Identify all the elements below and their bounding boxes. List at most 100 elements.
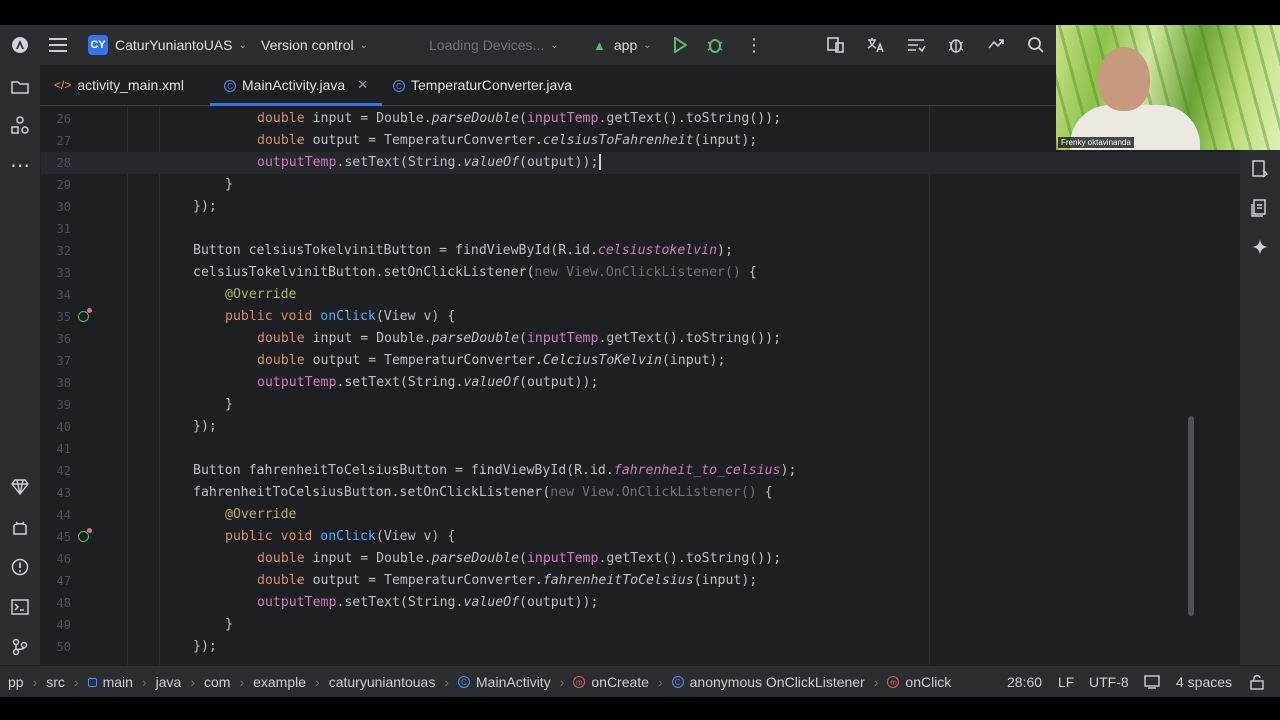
breadcrumb-item[interactable]: src <box>46 674 65 690</box>
terminal-icon[interactable] <box>8 595 32 619</box>
breadcrumb-item[interactable]: main <box>87 674 133 690</box>
line-number[interactable]: 41 <box>41 438 71 460</box>
run-config-selector[interactable]: ▲ app ⌄ <box>593 25 652 65</box>
code-line[interactable]: 43 fahrenheitToCelsiusButton.setOnClickLi… <box>41 482 1240 504</box>
breadcrumb-item[interactable]: example <box>253 674 306 690</box>
code-line[interactable]: 36 double input = Double.parseDouble(inpu… <box>41 328 1240 350</box>
line-number[interactable]: 28 <box>41 152 71 174</box>
code-line[interactable]: 40}); <box>41 416 1240 438</box>
code-line[interactable]: 41 <box>41 438 1240 460</box>
line-number[interactable]: 34 <box>41 284 71 306</box>
folder-icon[interactable] <box>8 75 32 99</box>
structure-icon[interactable] <box>8 113 32 137</box>
problems-icon[interactable] <box>8 555 32 579</box>
main-menu-icon[interactable] <box>49 25 67 65</box>
line-number[interactable]: 31 <box>41 218 71 240</box>
tab-temperatur-converter-java[interactable]: C TemperaturConverter.java <box>393 65 572 105</box>
line-number[interactable]: 29 <box>41 174 71 196</box>
line-number[interactable]: 33 <box>41 262 71 284</box>
version-control-widget[interactable]: Version control ⌄ <box>261 25 368 65</box>
caret-position[interactable]: 28:60 <box>1007 666 1042 697</box>
line-number[interactable]: 49 <box>41 614 71 636</box>
line-number[interactable]: 35 <box>41 306 71 328</box>
line-number[interactable]: 48 <box>41 592 71 614</box>
editor-scrollbar[interactable] <box>1188 416 1194 616</box>
line-number[interactable]: 32 <box>41 240 71 262</box>
code-line[interactable]: 42 Button fahrenheitToCelsiusButton = fin… <box>41 460 1240 482</box>
breadcrumb-item[interactable]: C MainActivity <box>458 674 551 690</box>
close-icon[interactable]: ✕ <box>357 77 368 93</box>
android-logcat-icon[interactable] <box>8 516 32 540</box>
code-line[interactable]: 46 double input = Double.parseDouble(inpu… <box>41 548 1240 570</box>
code-line[interactable]: 39} <box>41 394 1240 416</box>
code-line[interactable]: 35 public void onClick(View v) { <box>41 306 1240 328</box>
readonly-toggle-icon[interactable] <box>1144 666 1160 697</box>
code-text: }); <box>193 196 217 218</box>
tab-activity-main-xml[interactable]: </> activity_main.xml <box>54 65 184 105</box>
override-marker-icon[interactable] <box>78 308 92 322</box>
device-file-explorer-icon[interactable] <box>1248 196 1272 220</box>
line-number[interactable]: 43 <box>41 482 71 504</box>
code-line[interactable]: 47 double output = TemperaturConverter.fa… <box>41 570 1240 592</box>
code-line[interactable]: 50}); <box>41 636 1240 658</box>
code-line[interactable]: 38 outputTemp.setText(String.valueOf(outp… <box>41 372 1240 394</box>
code-line[interactable]: 48 outputTemp.setText(String.valueOf(outp… <box>41 592 1240 614</box>
line-number[interactable]: 27 <box>41 130 71 152</box>
line-separator[interactable]: LF <box>1058 666 1074 697</box>
bug-icon[interactable] <box>946 25 966 65</box>
code-line[interactable]: 31 <box>41 218 1240 240</box>
indent-setting[interactable]: 4 spaces <box>1176 666 1232 697</box>
project-widget[interactable]: CY CaturYuniantoUAS ⌄ <box>88 25 247 65</box>
git-icon[interactable] <box>8 635 32 659</box>
line-number[interactable]: 46 <box>41 548 71 570</box>
line-number[interactable]: 26 <box>41 108 71 130</box>
code-line[interactable]: 34 @Override <box>41 284 1240 306</box>
line-number[interactable]: 38 <box>41 372 71 394</box>
breadcrumb-item[interactable]: java <box>156 674 182 690</box>
breadcrumb-item[interactable]: caturyuniantouas <box>329 674 436 690</box>
code-line[interactable]: 49} <box>41 614 1240 636</box>
build-variants-icon[interactable] <box>906 25 926 65</box>
lock-icon[interactable] <box>1249 666 1265 697</box>
line-number[interactable]: 44 <box>41 504 71 526</box>
android-studio-logo-icon[interactable] <box>11 25 29 65</box>
line-number[interactable]: 37 <box>41 350 71 372</box>
search-icon[interactable] <box>1027 25 1045 65</box>
code-line[interactable]: 29} <box>41 174 1240 196</box>
more-actions-icon[interactable]: ⋮ <box>745 25 763 65</box>
line-number[interactable]: 39 <box>41 394 71 416</box>
code-line[interactable]: 44 @Override <box>41 504 1240 526</box>
device-manager-icon[interactable] <box>826 25 846 65</box>
line-number[interactable]: 36 <box>41 328 71 350</box>
code-line[interactable]: 33 celsiusTokelvinitButton.setOnClickList… <box>41 262 1240 284</box>
breadcrumb-item[interactable]: Canonymous OnClickListener <box>671 674 865 690</box>
line-number[interactable]: 30 <box>41 196 71 218</box>
line-number[interactable]: 50 <box>41 636 71 658</box>
code-line[interactable]: 28 outputTemp.setText(String.valueOf(outp… <box>41 152 1240 174</box>
notifications-icon[interactable] <box>1248 157 1272 181</box>
line-number[interactable]: 40 <box>41 416 71 438</box>
debug-icon[interactable] <box>706 25 724 65</box>
code-line[interactable]: 32 Button celsiusTokelvinitButton = findV… <box>41 240 1240 262</box>
code-line[interactable]: 45 public void onClick(View v) { <box>41 526 1240 548</box>
gemini-sparkle-icon[interactable] <box>1248 235 1272 259</box>
line-number[interactable]: 45 <box>41 526 71 548</box>
tab-main-activity-java[interactable]: C MainActivity.java ✕ <box>209 65 383 106</box>
sync-gradle-icon[interactable] <box>986 25 1006 65</box>
translate-icon[interactable] <box>866 25 886 65</box>
gem-icon[interactable] <box>8 475 32 499</box>
code-line[interactable]: 37 double output = TemperaturConverter.Ce… <box>41 350 1240 372</box>
line-number[interactable]: 47 <box>41 570 71 592</box>
breadcrumb-item[interactable]: m onClick <box>887 674 951 690</box>
file-encoding[interactable]: UTF-8 <box>1089 666 1129 697</box>
code-line[interactable]: 30}); <box>41 196 1240 218</box>
breadcrumb-item[interactable]: com <box>204 674 230 690</box>
override-marker-icon[interactable] <box>78 528 92 542</box>
more-tools-icon[interactable]: ⋯ <box>8 153 32 177</box>
breadcrumb-item[interactable]: m onCreate <box>573 674 649 690</box>
line-number[interactable]: 42 <box>41 460 71 482</box>
run-icon[interactable] <box>673 25 687 65</box>
breadcrumb-item[interactable]: pp <box>8 674 24 690</box>
device-selector[interactable]: Loading Devices... ⌄ <box>429 25 559 65</box>
code-editor[interactable]: 26 double input = Double.parseDouble(inpu… <box>41 106 1240 666</box>
